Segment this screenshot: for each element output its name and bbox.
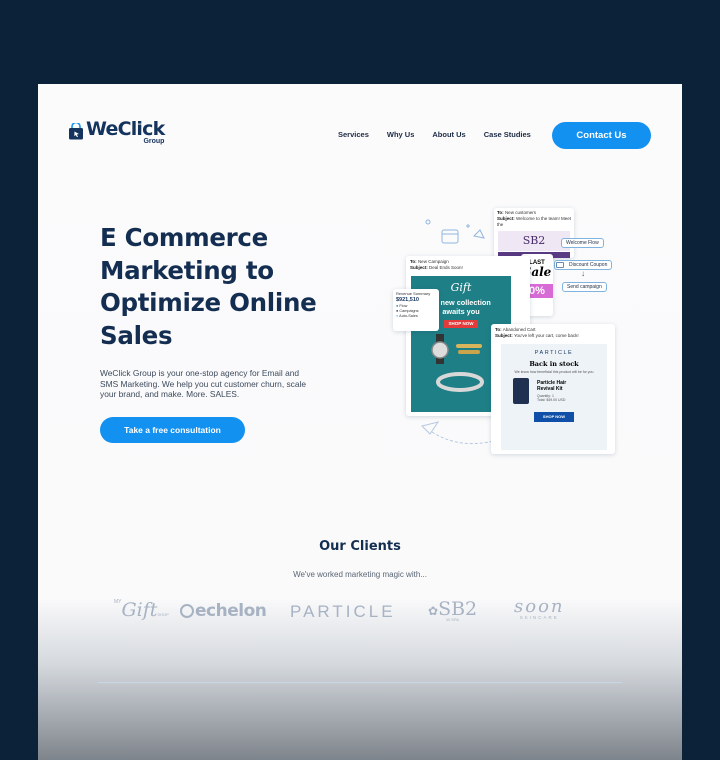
flow-step-welcome[interactable]: Welcome Flow bbox=[561, 238, 604, 248]
abandoned-subject-label: Subject: bbox=[495, 333, 513, 338]
landing-page: WeClick Group Services Why Us About Us C… bbox=[38, 84, 682, 760]
back-in-stock-tagline: We know how beneficial this product will… bbox=[514, 370, 594, 374]
sb2-brand: SB2 bbox=[522, 234, 546, 247]
main-nav: Services Why Us About Us Case Studies bbox=[338, 130, 549, 139]
abandoned-to: Abandoned Cart bbox=[502, 327, 536, 332]
flow-step-send[interactable]: Send campaign bbox=[562, 282, 607, 292]
welcome-to-label: To: bbox=[497, 210, 504, 215]
revenue-row-auto: ● Auto-Sales bbox=[396, 314, 418, 318]
client-logo-soon: soon SKINCARE bbox=[514, 596, 565, 620]
nav-services[interactable]: Services bbox=[338, 130, 369, 139]
campaign-subject-label: Subject: bbox=[410, 265, 428, 270]
nav-why-us[interactable]: Why Us bbox=[387, 130, 415, 139]
product-name: Particle Hair Revival Kit bbox=[537, 380, 567, 392]
abandoned-subject: You've left your cart, come back! bbox=[513, 333, 579, 338]
welcome-email-card: To: New customers Subject: Welcome to th… bbox=[494, 208, 574, 258]
nav-about-us[interactable]: About Us bbox=[432, 130, 465, 139]
abandoned-email-body: PARTICLE Back in stock We know how benef… bbox=[501, 344, 607, 450]
contact-us-button[interactable]: Contact Us bbox=[552, 122, 651, 149]
clients-subtitle: We've worked marketing magic with... bbox=[293, 570, 427, 579]
abandoned-shop-button[interactable]: SHOP NOW bbox=[534, 412, 574, 422]
hero-description: WeClick Group is your one-stop agency fo… bbox=[100, 368, 307, 399]
product-total: Total: $49.00 USD bbox=[537, 398, 566, 402]
section-divider bbox=[98, 682, 622, 683]
hero-title: E Commerce Marketing to Optimize Online … bbox=[100, 223, 317, 350]
campaign-shop-button[interactable]: SHOP NOW bbox=[444, 320, 478, 328]
client-logo-particle: PARTICLE bbox=[290, 602, 396, 621]
clients-title: Our Clients bbox=[319, 539, 401, 554]
abandoned-cart-card: To: Abandoned Cart Subject: You've left … bbox=[491, 324, 615, 454]
welcome-to: New customers bbox=[504, 210, 536, 215]
echelon-mark-icon bbox=[180, 604, 194, 618]
lotus-icon: ✿ bbox=[428, 604, 439, 618]
campaign-to: New Campaign bbox=[417, 259, 449, 264]
brand-name: WeClick bbox=[86, 118, 165, 140]
paper-plane-icon bbox=[421, 421, 499, 445]
client-logo-gift: MYGiftSHOP bbox=[114, 599, 169, 621]
client-logo-sb2: ✿SB2 W SPA bbox=[428, 598, 478, 622]
back-in-stock-title: Back in stock bbox=[529, 360, 579, 368]
campaign-subject: Deal Ends Soon! bbox=[429, 265, 463, 270]
revenue-title: Revenue Summary bbox=[396, 291, 431, 296]
free-consultation-button[interactable]: Take a free consultation bbox=[100, 417, 245, 443]
shopping-bag-icon bbox=[68, 121, 84, 140]
revenue-summary-card: Revenue Summary $921,510 ● Flow ● Campai… bbox=[393, 289, 439, 331]
arrow-down-icon: ↓ bbox=[581, 269, 585, 278]
abandoned-to-label: To: bbox=[495, 327, 502, 332]
particle-brand: PARTICLE bbox=[534, 350, 574, 356]
decorative-doodles-icon bbox=[425, 219, 485, 244]
campaign-to-label: To: bbox=[410, 259, 417, 264]
client-logo-echelon: echelon bbox=[180, 601, 267, 621]
nav-case-studies[interactable]: Case Studies bbox=[484, 130, 531, 139]
hair-kit-product-icon bbox=[513, 378, 529, 404]
coupon-icon bbox=[556, 262, 564, 268]
welcome-subject-label: Subject: bbox=[497, 216, 515, 221]
brand-logo[interactable]: WeClick Group bbox=[68, 118, 165, 145]
